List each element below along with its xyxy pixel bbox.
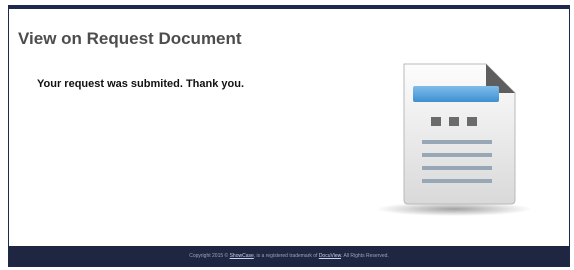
footer: Copyright 2015 © ShowCase, is a register… (9, 246, 569, 266)
rights-text: . All Rights Reserved. (340, 253, 389, 259)
page-title: View on Request Document (18, 29, 242, 48)
copyright-text: Copyright 2015 © (189, 253, 230, 259)
showcase-link[interactable]: ShowCase (230, 253, 254, 259)
trademark-text: , is a registered trademark of (253, 253, 319, 259)
confirmation-message: Your request was submited. Thank you. (37, 78, 245, 90)
document-icon (376, 63, 532, 216)
page-frame: View on Request Document Your request wa… (8, 5, 570, 267)
docuview-link[interactable]: DocuView (319, 253, 341, 259)
